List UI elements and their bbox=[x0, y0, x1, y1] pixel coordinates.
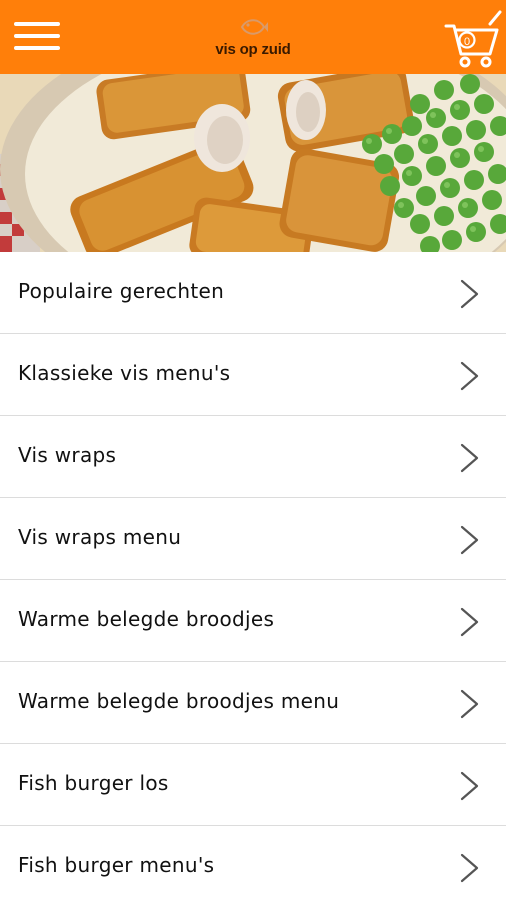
category-label: Warme belegde broodjes bbox=[18, 607, 275, 631]
top-bar: vis op zuid 0 bbox=[0, 0, 506, 74]
category-label: Vis wraps bbox=[18, 443, 117, 467]
chevron-right-icon bbox=[460, 525, 479, 555]
category-item-vis-wraps-menu[interactable]: Vis wraps menu bbox=[0, 498, 506, 580]
category-item-populaire-gerechten[interactable]: Populaire gerechten bbox=[0, 252, 506, 334]
category-item-fish-burger-los[interactable]: Fish burger los bbox=[0, 744, 506, 826]
hero-photo bbox=[0, 74, 506, 252]
category-label: Vis wraps menu bbox=[18, 525, 182, 549]
chevron-right-icon bbox=[460, 689, 479, 719]
chevron-right-icon bbox=[460, 279, 479, 309]
brand-logo[interactable]: vis op zuid bbox=[203, 12, 303, 62]
category-item-fish-burger-menus[interactable]: Fish burger menu's bbox=[0, 826, 506, 908]
fish-logo-icon bbox=[240, 19, 268, 35]
hero-image-fish-sticks-peas bbox=[0, 74, 506, 252]
cart-count-badge: 0 bbox=[463, 36, 471, 48]
category-label: Populaire gerechten bbox=[18, 279, 225, 303]
chevron-right-icon bbox=[460, 771, 479, 801]
chevron-right-icon bbox=[460, 443, 479, 473]
category-item-klassieke-vis-menus[interactable]: Klassieke vis menu's bbox=[0, 334, 506, 416]
hamburger-menu-button[interactable] bbox=[14, 22, 62, 52]
category-label: Klassieke vis menu's bbox=[18, 361, 231, 385]
shopping-cart-button[interactable]: 0 bbox=[444, 10, 502, 68]
chevron-right-icon bbox=[460, 361, 479, 391]
category-label: Fish burger menu's bbox=[18, 853, 215, 877]
chevron-right-icon bbox=[460, 607, 479, 637]
category-item-warme-belegde-broodjes[interactable]: Warme belegde broodjes bbox=[0, 580, 506, 662]
category-item-warme-belegde-broodjes-menu[interactable]: Warme belegde broodjes menu bbox=[0, 662, 506, 744]
category-label: Fish burger los bbox=[18, 771, 169, 795]
category-item-vis-wraps[interactable]: Vis wraps bbox=[0, 416, 506, 498]
hamburger-icon bbox=[14, 22, 60, 26]
brand-name: vis op zuid bbox=[215, 41, 291, 58]
chevron-right-icon bbox=[460, 853, 479, 883]
category-label: Warme belegde broodjes menu bbox=[18, 689, 340, 713]
category-list: Populaire gerechten Klassieke vis menu's… bbox=[0, 252, 506, 908]
